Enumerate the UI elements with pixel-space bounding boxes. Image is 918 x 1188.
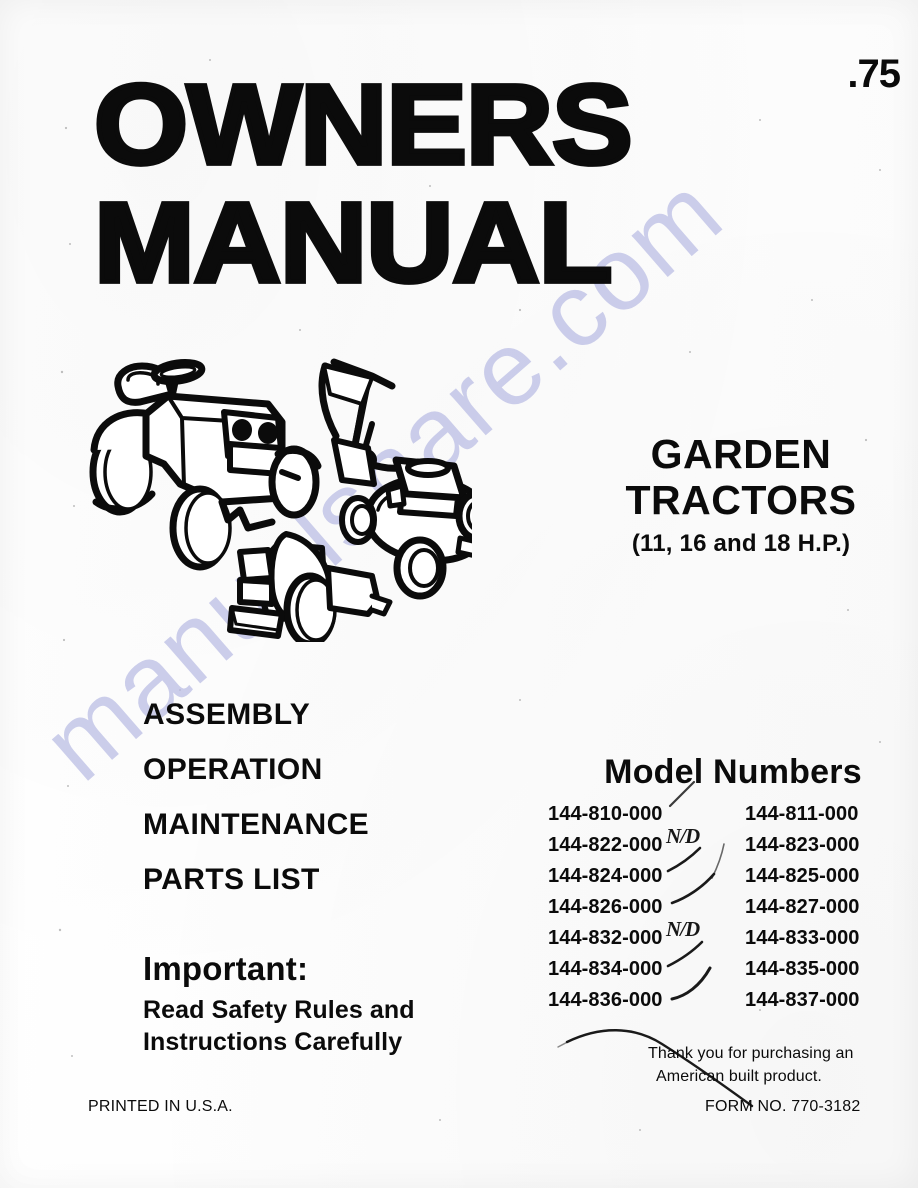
model-number-left: 144-810-000 [548,803,663,825]
important-line-1: Read Safety Rules and [143,996,415,1024]
model-number-left: 144-824-000 [548,865,663,887]
model-number-right: 144-827-000 [745,896,860,918]
model-number-left: 144-834-000 [548,958,663,980]
model-number-right: 144-823-000 [745,834,860,856]
model-row: 144-822-000 144-823-000 [548,830,918,861]
model-numbers-block: Model Numbers 144-810-000 144-811-000 14… [548,753,918,1016]
important-notice: Important: Read Safety Rules and Instruc… [143,950,543,1058]
section-item-parts-list: PARTS LIST [143,863,320,896]
model-number-right: 144-835-000 [745,958,860,980]
product-heading: GARDEN TRACTORS (11, 16 and 18 H.P.) [565,431,917,558]
section-list: ASSEMBLY OPERATION MAINTENANCE PARTS LIS… [143,700,523,920]
product-line-tractors: TRACTORS [625,476,857,523]
model-number-left: 144-836-000 [548,989,663,1011]
printed-in-label: PRINTED IN U.S.A. [88,1098,233,1115]
manual-cover-page: manualshare.com .75 OWNERS MANUAL GARDEN… [0,0,918,1188]
important-line-2: Instructions Carefully [143,1028,403,1056]
model-numbers-title: Model Numbers [604,753,862,791]
model-number-left: 144-832-000 [548,927,663,949]
product-horsepower: (11, 16 and 18 H.P.) [631,529,851,557]
masthead-line-owners: OWNERS [91,60,635,188]
model-number-right: 144-811-000 [745,803,859,825]
model-number-right: 144-833-000 [745,927,860,949]
important-heading: Important: [143,950,309,987]
thank-you-line-2: American built product. [656,1068,822,1086]
masthead-line-manual: MANUAL [91,178,615,306]
model-number-right: 144-825-000 [745,865,860,887]
model-row: 144-832-000 144-833-000 [548,923,918,954]
equipment-illustration [72,352,472,642]
model-row: 144-834-000 144-835-000 [548,954,918,985]
model-row: 144-836-000 144-837-000 [548,985,918,1016]
model-row: 144-824-000 144-825-000 [548,861,918,892]
section-item-maintenance: MAINTENANCE [143,808,370,841]
thank-you-line-1: Thank you for purchasing an [648,1045,854,1062]
masthead: OWNERS MANUAL [91,65,694,302]
section-item-operation: OPERATION [143,753,323,786]
model-row: 144-826-000 144-827-000 [548,892,918,923]
model-row: 144-810-000 144-811-000 [548,799,918,830]
form-number: FORM NO. 770-3182 [705,1098,861,1115]
model-number-left: 144-826-000 [548,896,663,918]
model-number-right: 144-837-000 [745,989,860,1011]
price-label: .75 [847,52,901,96]
section-item-assembly: ASSEMBLY [143,698,311,731]
model-number-left: 144-822-000 [548,834,663,856]
thank-you-note: Thank you for purchasing an American bui… [648,1042,910,1088]
product-line-garden: GARDEN [650,431,832,477]
